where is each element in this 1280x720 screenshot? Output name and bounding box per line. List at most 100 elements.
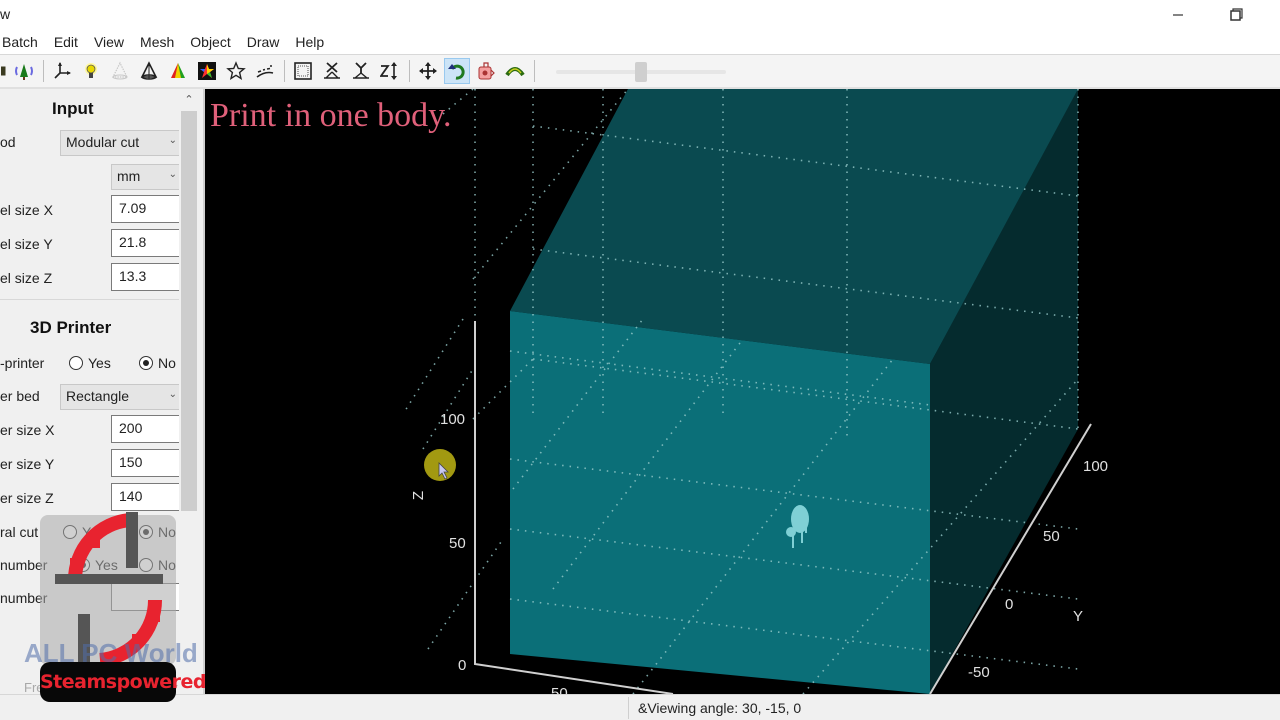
section-divider — [0, 299, 180, 300]
color-spectrum-icon — [198, 62, 216, 80]
y-axis-icon — [353, 62, 369, 79]
model-size-z-input[interactable]: 13.3 — [111, 263, 181, 291]
move-icon — [419, 62, 437, 80]
axes-icon — [54, 62, 71, 79]
fit-box-button[interactable] — [290, 58, 316, 84]
menu-edit[interactable]: Edit — [46, 31, 86, 53]
box-front-face — [510, 311, 930, 694]
y-tick-label: -50 — [968, 664, 990, 681]
shaded-button[interactable] — [136, 58, 162, 84]
x-axis-icon — [324, 62, 340, 79]
maximize-icon — [1230, 8, 1243, 21]
star-icon — [226, 61, 246, 81]
fit-box-icon — [294, 62, 312, 80]
contour-lines-icon — [256, 65, 274, 78]
menu-help[interactable]: Help — [287, 31, 332, 53]
toolbar-separator — [533, 60, 535, 82]
3d-viewport[interactable]: Print in one body. 100 50 0 Z 100 50 0 -… — [203, 89, 1280, 694]
printer-size-y-label: er size Y — [0, 456, 55, 472]
printer-bed-value: Rectangle — [66, 388, 130, 404]
minimize-icon — [1173, 14, 1183, 16]
radio-label: No — [158, 355, 176, 371]
printer-size-y-input[interactable]: 150 — [111, 449, 181, 477]
z-tick-label: 0 — [458, 657, 467, 674]
printer-size-x-input[interactable]: 200 — [111, 415, 181, 443]
arc-button[interactable] — [502, 58, 528, 84]
star-button[interactable] — [223, 58, 249, 84]
minimize-button[interactable] — [1155, 0, 1201, 30]
rotate-icon — [448, 64, 465, 80]
model-size-x-input[interactable]: 7.09 — [111, 195, 181, 223]
method-value: Modular cut — [66, 134, 140, 150]
menu-draw[interactable]: Draw — [239, 31, 288, 53]
chevron-down-icon: ⌄ — [168, 135, 177, 146]
color-cone-button[interactable] — [165, 58, 191, 84]
printer-size-z-label: er size Z — [0, 490, 54, 506]
printer-size-z-input[interactable]: 140 — [111, 483, 181, 511]
viewing-angle-status: &Viewing angle: 30, -15, 0 — [638, 700, 802, 716]
status-separator — [628, 697, 629, 719]
model-size-y-input[interactable]: 21.8 — [111, 229, 181, 257]
slider-thumb[interactable] — [635, 62, 647, 82]
printer-bed-select[interactable]: Rectangle ⌄ — [60, 384, 180, 410]
status-banner: Print in one body. — [210, 97, 452, 134]
open-button[interactable] — [0, 58, 8, 84]
paint-icon — [478, 62, 495, 80]
chevron-down-icon: ⌄ — [168, 389, 177, 400]
light-button[interactable] — [78, 58, 104, 84]
input-section-title: Input — [52, 99, 94, 118]
use-printer-no-radio[interactable]: No — [139, 355, 176, 371]
y-tick-label: 0 — [1005, 596, 1014, 613]
rotate-button[interactable] — [444, 58, 470, 84]
unit-select[interactable]: mm ⌄ — [111, 164, 180, 190]
printer-section-title: 3D Printer — [30, 318, 112, 337]
light-bulb-icon — [85, 63, 97, 78]
z-tick-label: 50 — [449, 535, 466, 552]
model-size-x-label: el size X — [0, 202, 53, 218]
radio-unchecked-icon — [69, 356, 83, 370]
model-size-z-label: el size Z — [0, 270, 53, 286]
network-tree-button[interactable] — [11, 58, 37, 84]
color-cone-icon — [171, 63, 185, 78]
x-tick-label: 50 — [551, 685, 568, 694]
y-axis-label: Y — [1073, 608, 1084, 625]
menu-bar: Batch Edit View Mesh Object Draw Help — [0, 30, 1280, 54]
paint-button[interactable] — [473, 58, 499, 84]
menu-mesh[interactable]: Mesh — [132, 31, 182, 53]
scroll-up-icon[interactable]: ⌃ — [179, 93, 199, 109]
scrollbar-thumb[interactable] — [181, 111, 197, 511]
network-tree-icon — [15, 64, 33, 80]
unit-value: mm — [117, 168, 141, 184]
x-axis-button[interactable] — [319, 58, 345, 84]
y-axis-button[interactable] — [348, 58, 374, 84]
title-bar: w — [0, 0, 1280, 30]
toolbar-separator — [408, 60, 410, 82]
radio-label: Yes — [88, 355, 111, 371]
contour-button[interactable] — [252, 58, 278, 84]
menu-view[interactable]: View — [86, 31, 132, 53]
method-label: od — [0, 134, 16, 150]
use-printer-label: -printer — [0, 355, 45, 371]
use-printer-yes-radio[interactable]: Yes — [69, 355, 111, 371]
z-axis-label: Z — [410, 490, 428, 501]
z-axis-button[interactable] — [377, 58, 403, 84]
method-select[interactable]: Modular cut ⌄ — [60, 130, 180, 156]
z-axis-icon — [380, 62, 397, 80]
wireframe-button[interactable] — [107, 58, 133, 84]
radio-checked-icon — [139, 356, 153, 370]
mouse-pointer-icon — [438, 462, 449, 480]
menu-object[interactable]: Object — [182, 31, 238, 53]
maximize-button[interactable] — [1213, 0, 1259, 30]
wireframe-cone-icon — [112, 61, 128, 80]
scene-canvas — [402, 89, 1092, 694]
cone-icon — [140, 61, 158, 80]
printer-bed-label: er bed — [0, 388, 40, 404]
zoom-slider[interactable] — [556, 62, 726, 82]
printer-size-x-label: er size X — [0, 422, 55, 438]
color-map-button[interactable] — [194, 58, 220, 84]
axes-button[interactable] — [49, 58, 75, 84]
z-tick-label: 100 — [440, 411, 466, 428]
menu-batch[interactable]: Batch — [0, 31, 46, 53]
watermark-badge: Steamspowered — [40, 662, 207, 702]
move-button[interactable] — [415, 58, 441, 84]
